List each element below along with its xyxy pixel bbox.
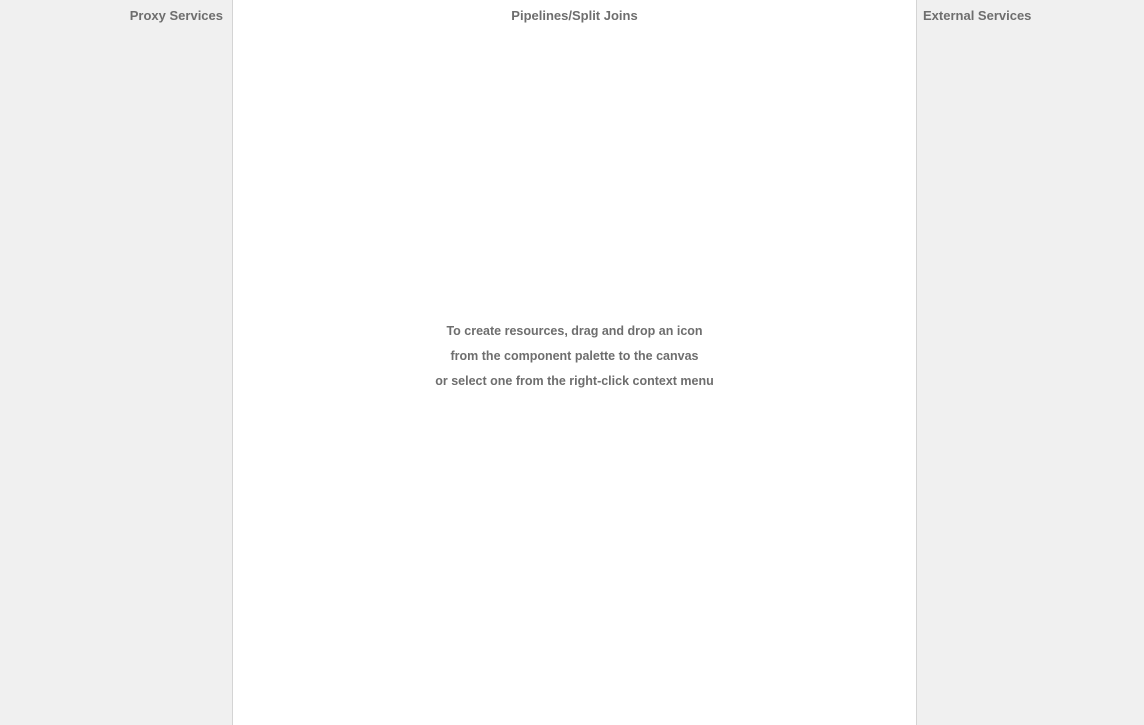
overview-canvas[interactable]: Proxy Services Pipelines/Split Joins To … (0, 0, 1144, 725)
pipelines-split-joins-lane[interactable]: Pipelines/Split Joins To create resource… (233, 0, 917, 725)
hint-line-3: or select one from the right-click conte… (435, 374, 714, 388)
proxy-services-lane[interactable]: Proxy Services (0, 0, 233, 725)
external-services-header: External Services (923, 8, 1032, 23)
hint-line-1: To create resources, drag and drop an ic… (446, 324, 703, 338)
external-services-lane[interactable]: External Services (917, 0, 1144, 725)
proxy-services-header: Proxy Services (129, 8, 223, 23)
pipelines-split-joins-header: Pipelines/Split Joins (511, 8, 638, 23)
hint-line-2: from the component palette to the canvas (450, 349, 699, 363)
empty-canvas-hint: To create resources, drag and drop an ic… (233, 322, 916, 397)
